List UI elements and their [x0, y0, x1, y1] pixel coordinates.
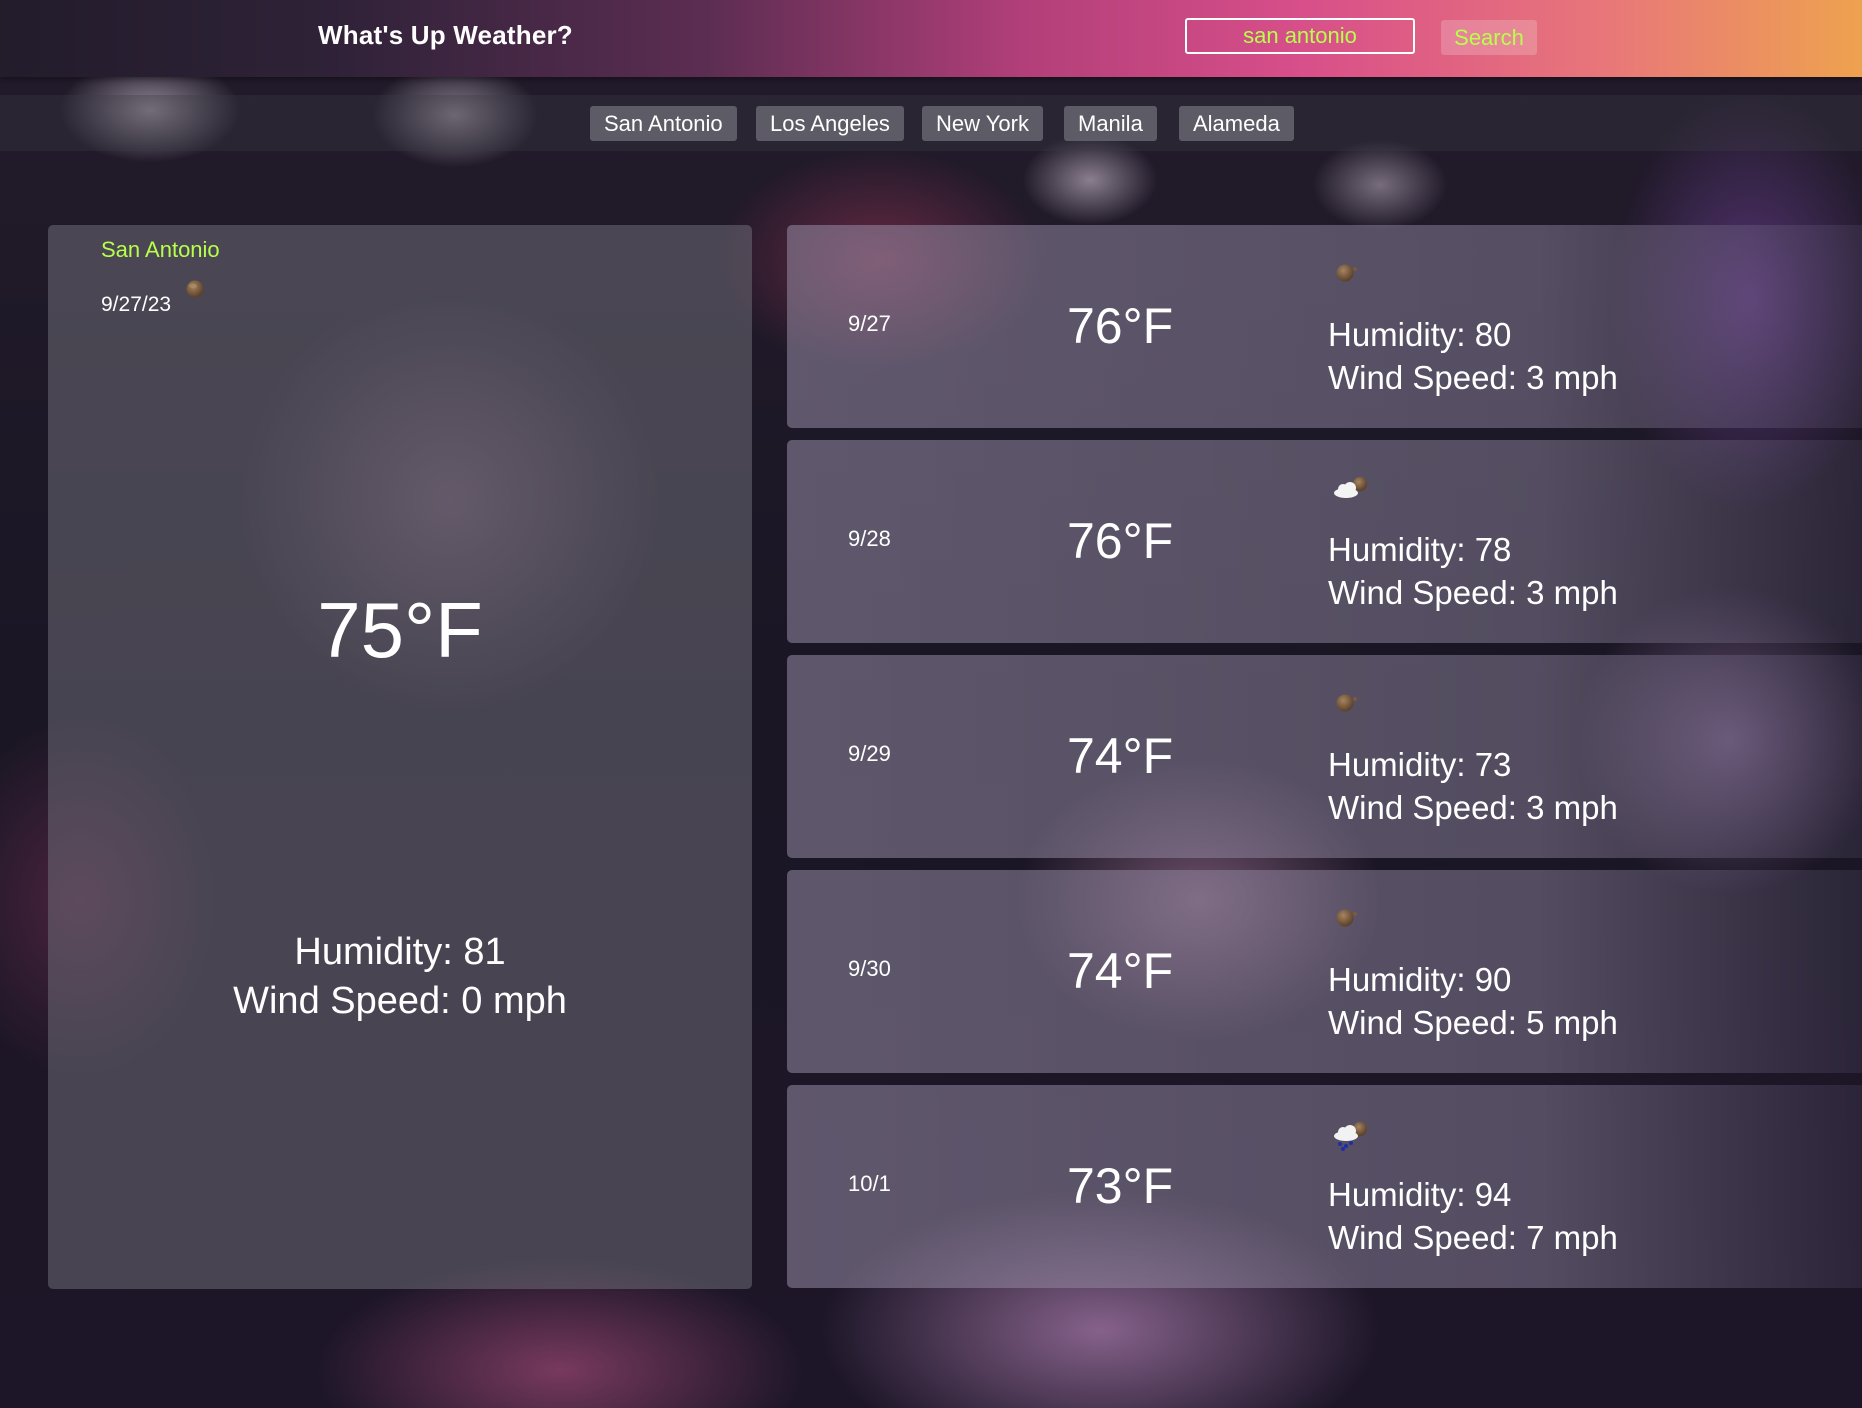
forecast-date: 9/29 — [848, 741, 891, 766]
cloudy-night-icon — [1332, 474, 1374, 507]
forecast-stats: Humidity: 73 Wind Speed: 3 mph — [1328, 743, 1618, 829]
forecast-humidity: Humidity: 94 — [1328, 1176, 1512, 1213]
forecast-date: 9/28 — [848, 526, 891, 551]
current-weather-panel: San Antonio 9/27/23 75°F Humidity: 81 Wi… — [48, 225, 752, 1289]
app-title: What's Up Weather? — [318, 20, 573, 50]
forecast-humidity: Humidity: 73 — [1328, 746, 1512, 783]
current-humidity: Humidity: 81 — [294, 931, 506, 973]
forecast-row: 9/29 74°F Humidity: 73 Wind Speed: 3 mph — [787, 655, 1862, 858]
city-button-san-antonio[interactable]: San Antonio — [590, 106, 737, 141]
forecast-date: 10/1 — [848, 1171, 891, 1196]
clear-night-icon — [1332, 904, 1364, 935]
forecast-stats: Humidity: 94 Wind Speed: 7 mph — [1328, 1173, 1618, 1259]
forecast-wind-speed: Wind Speed: 3 mph — [1328, 359, 1618, 396]
clear-night-icon — [1332, 259, 1364, 290]
current-city-name: San Antonio — [101, 237, 220, 262]
forecast-row: 10/1 73°F Humidity: 94 Wind Speed: 7 mph — [787, 1085, 1862, 1288]
search-button[interactable]: Search — [1441, 20, 1537, 55]
forecast-temperature: 74°F — [1067, 943, 1174, 999]
forecast-stats: Humidity: 78 Wind Speed: 3 mph — [1328, 528, 1618, 614]
current-date: 9/27/23 — [101, 293, 172, 316]
forecast-date: 9/30 — [848, 956, 891, 981]
forecast-humidity: Humidity: 78 — [1328, 531, 1512, 568]
forecast-wind-speed: Wind Speed: 3 mph — [1328, 574, 1618, 611]
forecast-humidity: Humidity: 90 — [1328, 961, 1512, 998]
search-input[interactable] — [1185, 18, 1415, 54]
clear-night-icon — [1332, 689, 1364, 720]
forecast-temperature: 73°F — [1067, 1158, 1174, 1214]
forecast-row: 9/30 74°F Humidity: 90 Wind Speed: 5 mph — [787, 870, 1862, 1073]
forecast-humidity: Humidity: 80 — [1328, 316, 1512, 353]
forecast-temperature: 76°F — [1067, 513, 1174, 569]
clear-night-icon — [184, 277, 208, 304]
forecast-stats: Humidity: 80 Wind Speed: 3 mph — [1328, 313, 1618, 399]
city-button-alameda[interactable]: Alameda — [1179, 106, 1294, 141]
forecast-row: 9/27 76°F Humidity: 80 Wind Speed: 3 mph — [787, 225, 1862, 428]
city-button-los-angeles[interactable]: Los Angeles — [756, 106, 904, 141]
rain-night-icon — [1332, 1119, 1374, 1158]
current-stats: Humidity: 81 Wind Speed: 0 mph — [48, 928, 752, 1026]
forecast-wind-speed: Wind Speed: 5 mph — [1328, 1004, 1618, 1041]
forecast-wind-speed: Wind Speed: 3 mph — [1328, 789, 1618, 826]
forecast-temperature: 76°F — [1067, 298, 1174, 354]
forecast-stats: Humidity: 90 Wind Speed: 5 mph — [1328, 958, 1618, 1044]
city-button-manila[interactable]: Manila — [1064, 106, 1157, 141]
city-bar: San Antonio Los Angeles New York Manila … — [0, 95, 1862, 151]
forecast-row: 9/28 76°F Humidity: 78 Wind Speed: 3 mph — [787, 440, 1862, 643]
city-button-new-york[interactable]: New York — [922, 106, 1043, 141]
header: What's Up Weather? Search — [0, 0, 1862, 77]
forecast-wind-speed: Wind Speed: 7 mph — [1328, 1219, 1618, 1256]
current-wind-speed: Wind Speed: 0 mph — [233, 980, 567, 1022]
forecast-date: 9/27 — [848, 311, 891, 336]
forecast-temperature: 74°F — [1067, 728, 1174, 784]
current-temperature: 75°F — [317, 586, 483, 674]
